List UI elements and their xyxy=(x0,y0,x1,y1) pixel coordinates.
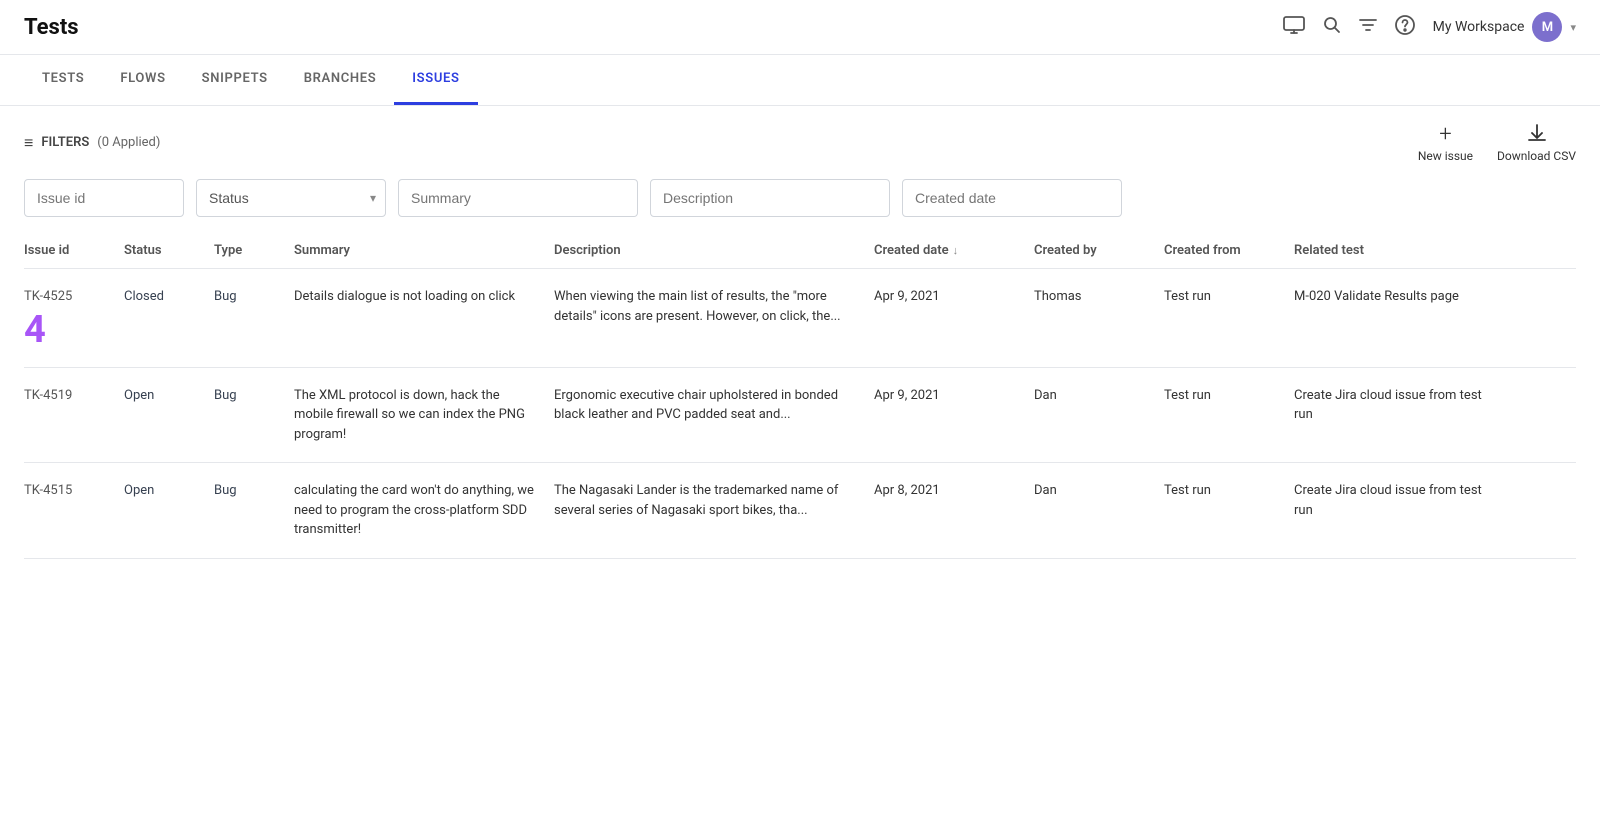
cell-related-test: M-020 Validate Results page xyxy=(1294,287,1494,307)
cell-description: When viewing the main list of results, t… xyxy=(554,287,874,326)
col-related-test: Related test xyxy=(1294,243,1494,258)
nav-item-issues[interactable]: ISSUES xyxy=(394,55,477,105)
created-date-filter[interactable] xyxy=(902,179,1122,217)
status-filter-wrapper: Status Open Closed ▾ xyxy=(196,179,386,217)
download-csv-button[interactable]: Download CSV xyxy=(1497,122,1576,163)
cell-created-from: Test run xyxy=(1164,481,1294,501)
help-icon[interactable] xyxy=(1395,15,1415,40)
cell-created-by: Dan xyxy=(1034,481,1164,501)
app-title: Tests xyxy=(24,15,79,40)
filter-lines-icon: ≡ xyxy=(24,133,33,153)
nav: TESTS FLOWS SNIPPETS BRANCHES ISSUES xyxy=(0,55,1600,106)
nav-item-branches[interactable]: BRANCHES xyxy=(286,55,395,105)
cell-issue-id: TK-4519 xyxy=(24,386,124,406)
cell-summary: The XML protocol is down, hack the mobil… xyxy=(294,386,554,445)
search-icon[interactable] xyxy=(1323,16,1341,39)
filter-inputs-row: Status Open Closed ▾ xyxy=(0,179,1600,233)
table-row[interactable]: TK-4515 Open Bug calculating the card wo… xyxy=(24,463,1576,559)
nav-item-tests[interactable]: TESTS xyxy=(24,55,102,105)
col-created-from: Created from xyxy=(1164,243,1294,258)
cell-created-from: Test run xyxy=(1164,287,1294,307)
cell-summary: calculating the card won't do anything, … xyxy=(294,481,554,540)
cell-issue-id: TK-4515 xyxy=(24,481,124,501)
col-summary: Summary xyxy=(294,243,554,258)
cell-created-date: Apr 9, 2021 xyxy=(874,386,1034,406)
description-filter[interactable] xyxy=(650,179,890,217)
table-row[interactable]: TK-4525 4 Closed Bug Details dialogue is… xyxy=(24,269,1576,368)
cell-status: Closed xyxy=(124,287,214,307)
col-issue-id: Issue id xyxy=(24,243,124,258)
cell-status: Open xyxy=(124,481,214,501)
col-created-by: Created by xyxy=(1034,243,1164,258)
chevron-down-icon: ▾ xyxy=(1570,21,1576,34)
col-type: Type xyxy=(214,243,294,258)
col-created-date[interactable]: Created date ↓ xyxy=(874,243,1034,258)
header: Tests xyxy=(0,0,1600,55)
cell-description: The Nagasaki Lander is the trademarked n… xyxy=(554,481,874,520)
workspace-label: My Workspace xyxy=(1433,19,1525,35)
toolbar: ≡ FILTERS (0 Applied) + New issue Downlo… xyxy=(0,106,1600,179)
header-right: My Workspace M ▾ xyxy=(1283,12,1576,42)
cell-status: Open xyxy=(124,386,214,406)
cell-created-date: Apr 8, 2021 xyxy=(874,481,1034,501)
cell-related-test: Create Jira cloud issue from test run xyxy=(1294,481,1494,520)
sort-icon: ↓ xyxy=(953,244,959,257)
col-status: Status xyxy=(124,243,214,258)
filters-area[interactable]: ≡ FILTERS (0 Applied) xyxy=(24,133,160,153)
new-issue-label: New issue xyxy=(1418,149,1473,163)
filter-icon[interactable] xyxy=(1359,17,1377,38)
status-filter[interactable]: Status Open Closed xyxy=(196,179,386,217)
download-csv-label: Download CSV xyxy=(1497,149,1576,163)
issue-id-filter[interactable] xyxy=(24,179,184,217)
cell-created-from: Test run xyxy=(1164,386,1294,406)
nav-item-snippets[interactable]: SNIPPETS xyxy=(184,55,286,105)
filters-label: FILTERS xyxy=(41,135,89,150)
cell-type: Bug xyxy=(214,287,294,307)
nav-item-flows[interactable]: FLOWS xyxy=(102,55,183,105)
plus-icon: + xyxy=(1439,122,1451,147)
cell-summary: Details dialogue is not loading on click xyxy=(294,287,554,307)
table-row[interactable]: TK-4519 Open Bug The XML protocol is dow… xyxy=(24,368,1576,464)
monitor-icon[interactable] xyxy=(1283,16,1305,39)
table-header: Issue id Status Type Summary Description… xyxy=(24,233,1576,269)
cell-type: Bug xyxy=(214,386,294,406)
cell-created-date: Apr 9, 2021 xyxy=(874,287,1034,307)
workspace-selector[interactable]: My Workspace M ▾ xyxy=(1433,12,1576,42)
download-icon xyxy=(1526,122,1548,147)
new-issue-button[interactable]: + New issue xyxy=(1418,122,1473,163)
cell-type: Bug xyxy=(214,481,294,501)
cell-created-by: Thomas xyxy=(1034,287,1164,307)
col-description: Description xyxy=(554,243,874,258)
cell-issue-id: TK-4525 4 xyxy=(24,287,124,349)
filters-count: (0 Applied) xyxy=(97,135,160,150)
avatar: M xyxy=(1532,12,1562,42)
cell-related-test: Create Jira cloud issue from test run xyxy=(1294,386,1494,425)
summary-filter[interactable] xyxy=(398,179,638,217)
cell-created-by: Dan xyxy=(1034,386,1164,406)
toolbar-actions: + New issue Download CSV xyxy=(1418,122,1576,163)
issues-table: Issue id Status Type Summary Description… xyxy=(0,233,1600,559)
cell-description: Ergonomic executive chair upholstered in… xyxy=(554,386,874,425)
